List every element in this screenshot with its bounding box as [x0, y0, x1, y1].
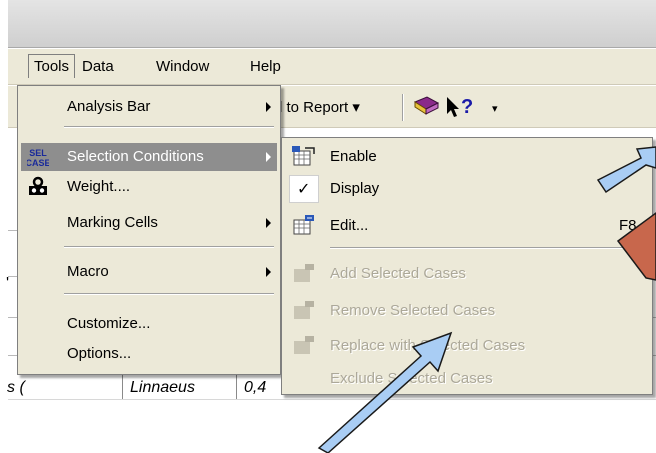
annotation-marker-icon	[616, 212, 656, 281]
annotation-arrow-icon	[317, 331, 453, 453]
annotation-arrow-icon	[596, 146, 656, 194]
annotation-overlay	[317, 146, 656, 453]
